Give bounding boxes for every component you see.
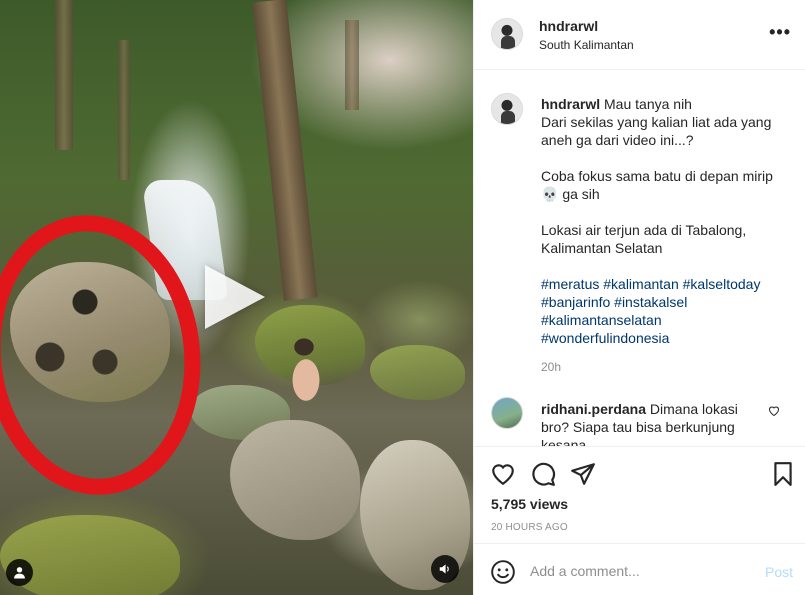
avatar[interactable] xyxy=(491,18,523,50)
tree-trunk xyxy=(345,20,359,110)
comment-bubble-icon[interactable] xyxy=(530,461,556,487)
caption-line: Lokasi air terjun ada di Tabalong, xyxy=(541,222,747,238)
caption-time[interactable]: 20h xyxy=(541,360,561,374)
post-location[interactable]: South Kalimantan xyxy=(539,38,634,52)
mossy-rock xyxy=(370,345,465,400)
smiley-icon[interactable] xyxy=(490,559,516,585)
comment-line: bro? Siapa tau bisa berkunjung xyxy=(541,419,735,435)
post-video[interactable] xyxy=(0,0,473,595)
caption-line: Coba fokus sama batu di depan mirip xyxy=(541,168,773,184)
audio-toggle-button[interactable] xyxy=(431,555,459,583)
more-options-icon[interactable]: ••• xyxy=(769,23,791,41)
post-header: hndrarwl South Kalimantan ••• xyxy=(474,0,805,70)
caption-line: aneh ga dari video ini...? xyxy=(541,132,694,148)
caption-line: 💀 ga sih xyxy=(541,186,600,202)
hashtag-line[interactable]: #meratus #kalimantan #kalseltoday xyxy=(541,275,791,293)
caption-line: Dari sekilas yang kalian liat ada yang xyxy=(541,114,772,130)
play-icon[interactable] xyxy=(205,265,265,329)
add-comment-bar: Post xyxy=(474,543,805,595)
user-icon xyxy=(14,567,25,579)
comments-section[interactable]: hndrarwl Mau tanya nih Dari sekilas yang… xyxy=(474,71,805,446)
hashtag-line[interactable]: #kalimantanselatan xyxy=(541,311,791,329)
post-comment-button[interactable]: Post xyxy=(765,564,793,580)
comment-input[interactable] xyxy=(530,560,750,582)
commenter-username[interactable]: ridhani.perdana xyxy=(541,401,646,417)
hashtag-line[interactable]: #wonderfulindonesia xyxy=(541,329,791,347)
caption-line: Kalimantan Selatan xyxy=(541,240,663,256)
speaker-icon xyxy=(439,564,449,574)
comment-line: kesana xyxy=(541,437,587,446)
hashtag-line[interactable]: #banjarinfo #instakalsel xyxy=(541,293,791,311)
post-side-panel: hndrarwl South Kalimantan ••• hndrarwl M… xyxy=(473,0,805,595)
tree-trunk xyxy=(252,0,318,301)
paper-plane-icon[interactable] xyxy=(570,461,596,487)
bookmark-icon[interactable] xyxy=(770,461,796,487)
view-count[interactable]: 5,795 views xyxy=(491,496,568,512)
caption-line xyxy=(541,203,791,221)
comment-like-heart-icon[interactable] xyxy=(768,405,780,417)
caption-username[interactable]: hndrarwl xyxy=(541,96,600,112)
tree-trunk xyxy=(55,0,73,150)
post-caption: hndrarwl Mau tanya nih Dari sekilas yang… xyxy=(541,95,791,347)
heart-icon[interactable] xyxy=(490,461,516,487)
comment: ridhani.perdana Dimana lokasi bro? Siapa… xyxy=(541,400,759,446)
caption-avatar[interactable] xyxy=(491,93,523,125)
comment-line: Dimana lokasi xyxy=(649,401,738,417)
rock xyxy=(230,420,360,540)
caption-line xyxy=(541,149,791,167)
post-actions: 5,795 views 20 HOURS AGO xyxy=(474,446,805,543)
caption-line xyxy=(541,257,791,275)
caption-line: Mau tanya nih xyxy=(604,96,692,112)
tree-trunk xyxy=(118,40,130,180)
post-username[interactable]: hndrarwl xyxy=(539,18,598,34)
post-date[interactable]: 20 HOURS AGO xyxy=(491,522,568,533)
commenter-avatar[interactable] xyxy=(491,397,523,429)
tagged-people-button[interactable] xyxy=(6,559,33,586)
person-sitting xyxy=(282,335,328,410)
